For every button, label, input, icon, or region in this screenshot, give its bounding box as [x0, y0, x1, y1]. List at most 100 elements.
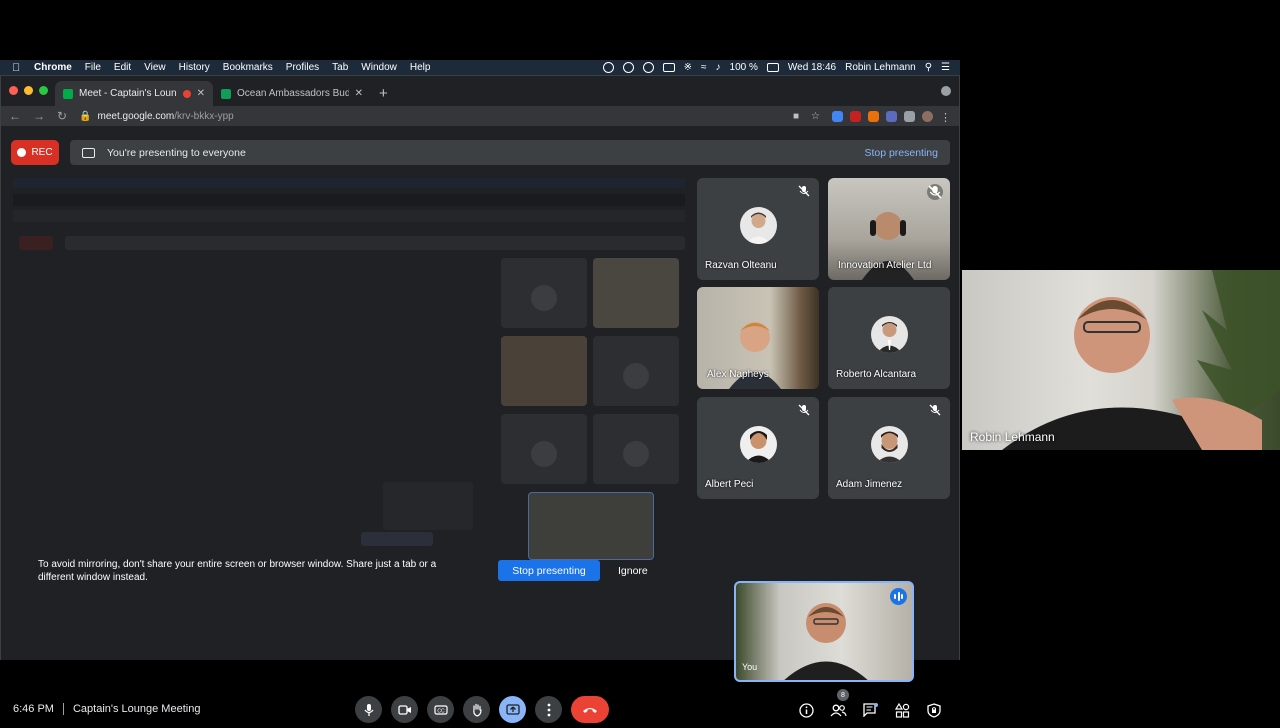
avatar	[740, 207, 777, 244]
host-controls-button[interactable]	[925, 701, 943, 719]
profile-avatar[interactable]	[922, 110, 933, 122]
tab-title: Ocean Ambassadors Budget S	[237, 88, 349, 99]
divider	[62, 703, 64, 715]
status-icon[interactable]	[602, 62, 614, 73]
battery-icon[interactable]	[766, 63, 779, 72]
participant-tile[interactable]: Adam Jimenez	[828, 397, 950, 499]
mac-menu-bar:  Chrome File Edit View History Bookmark…	[0, 60, 960, 75]
menu-file[interactable]: File	[85, 62, 101, 73]
address-bar[interactable]: 🔒 meet.google.com/krv-bkkx-ypp	[79, 111, 781, 122]
volume-icon[interactable]: ♪	[716, 62, 721, 73]
menu-app[interactable]: Chrome	[34, 62, 72, 73]
meeting-controls-bar: 6:46 PM Captain's Lounge Meeting CC 8	[1, 689, 959, 728]
participant-tile[interactable]: Roberto Alcantara	[828, 287, 950, 389]
close-tab-icon[interactable]: ✕	[355, 88, 363, 99]
more-menu-icon[interactable]: ⋮	[940, 111, 951, 124]
meet-icon	[63, 88, 73, 99]
participant-tile[interactable]: Albert Peci	[697, 397, 819, 499]
status-area: ※ ≈ ♪ 100 % Wed 18:46 Robin Lehmann ⚲ ☰	[602, 62, 960, 73]
user-name[interactable]: Robin Lehmann	[845, 62, 916, 73]
tab-meet[interactable]: Meet - Captain's Lounge M ✕	[55, 81, 213, 106]
info-icon	[798, 702, 814, 718]
mirror-tile	[593, 336, 679, 406]
minimize-window-button[interactable]	[24, 86, 33, 95]
menu-view[interactable]: View	[144, 62, 166, 73]
activities-button[interactable]	[893, 701, 911, 719]
menu-edit[interactable]: Edit	[114, 62, 131, 73]
clock[interactable]: Wed 18:46	[788, 62, 836, 73]
leave-call-button[interactable]	[571, 696, 609, 723]
meeting-details-button[interactable]	[797, 701, 815, 719]
search-icon[interactable]: ⚲	[925, 62, 932, 73]
menu-tab[interactable]: Tab	[332, 62, 348, 73]
raise-hand-button[interactable]	[463, 696, 490, 723]
participant-tile[interactable]: Innovation Atelier Ltd	[828, 178, 950, 280]
metamask-icon[interactable]	[868, 110, 879, 122]
menu-profiles[interactable]: Profiles	[286, 62, 319, 73]
maximize-window-button[interactable]	[39, 86, 48, 95]
mic-off-icon	[798, 404, 810, 416]
menu-bookmarks[interactable]: Bookmarks	[223, 62, 273, 73]
participant-name: Alex Napheys	[707, 369, 769, 380]
stop-presenting-button[interactable]: Stop presenting	[498, 560, 600, 581]
mirroring-hint: To avoid mirroring, don't share your ent…	[38, 559, 437, 583]
menu-history[interactable]: History	[179, 62, 210, 73]
hand-icon	[472, 703, 482, 717]
captions-button[interactable]: CC	[427, 696, 454, 723]
tab-strip: Meet - Captain's Lounge M ✕ Ocean Ambass…	[1, 76, 959, 106]
puzzle-icon[interactable]	[904, 110, 915, 122]
ignore-button[interactable]: Ignore	[618, 560, 648, 581]
new-tab-icon[interactable]: +	[379, 85, 388, 102]
camera-icon[interactable]: ■	[793, 111, 799, 122]
call-controls: CC	[355, 696, 609, 723]
microphone-button[interactable]	[355, 696, 382, 723]
participant-tile[interactable]: Alex Napheys	[697, 287, 819, 389]
chat-icon	[862, 703, 878, 717]
camera-button[interactable]	[391, 696, 418, 723]
lock-icon: 🔒	[79, 110, 92, 122]
url-host: meet.google.com	[97, 110, 175, 122]
time-machine-icon[interactable]	[642, 62, 654, 73]
stop-presenting-link[interactable]: Stop presenting	[864, 147, 938, 159]
menu-window[interactable]: Window	[361, 62, 397, 73]
wifi-icon[interactable]: ≈	[701, 62, 707, 73]
call-end-icon	[583, 707, 597, 713]
mic-off-icon	[929, 404, 941, 416]
people-button[interactable]: 8	[829, 689, 849, 719]
close-tab-icon[interactable]: ✕	[197, 88, 205, 99]
participant-name: Razvan Olteanu	[705, 260, 777, 271]
participant-tile[interactable]: Razvan Olteanu	[697, 178, 819, 280]
mic-off-icon	[927, 184, 943, 200]
display-icon[interactable]	[662, 63, 675, 72]
meeting-side-controls: 8	[797, 689, 943, 719]
back-icon[interactable]: ←	[9, 109, 21, 123]
bluetooth-icon[interactable]: ※	[684, 62, 692, 73]
more-options-button[interactable]	[535, 696, 562, 723]
menu-help[interactable]: Help	[410, 62, 431, 73]
close-window-button[interactable]	[9, 86, 18, 95]
shield-lock-icon	[927, 702, 941, 718]
people-icon	[830, 704, 847, 716]
mirror-nested-tile	[383, 482, 473, 530]
microphone-icon	[363, 703, 374, 716]
meeting-name: Captain's Lounge Meeting	[72, 703, 201, 715]
bookmark-star-icon[interactable]: ☆	[811, 111, 820, 122]
participant-count-badge: 8	[837, 689, 849, 701]
presenting-banner: You're presenting to everyone Stop prese…	[70, 140, 950, 165]
meeting-time: 6:46 PM	[13, 703, 54, 715]
extensions-area: ⋮	[832, 110, 951, 124]
chat-button[interactable]	[861, 701, 879, 719]
extension-icon[interactable]	[886, 110, 897, 122]
extension-icon[interactable]	[850, 110, 861, 122]
present-now-button[interactable]	[499, 696, 526, 723]
apple-icon[interactable]: 	[12, 62, 24, 74]
tab-search-icon[interactable]	[941, 86, 951, 96]
control-center-icon[interactable]: ☰	[941, 62, 950, 73]
forward-icon[interactable]: →	[33, 109, 45, 123]
status-icon[interactable]	[622, 62, 634, 73]
self-video-tile[interactable]: You	[734, 581, 914, 682]
extension-icon[interactable]	[832, 110, 843, 122]
reload-icon[interactable]: ↻	[57, 109, 67, 123]
tab-sheets[interactable]: Ocean Ambassadors Budget S ✕	[213, 81, 371, 106]
more-vert-icon	[547, 703, 550, 716]
